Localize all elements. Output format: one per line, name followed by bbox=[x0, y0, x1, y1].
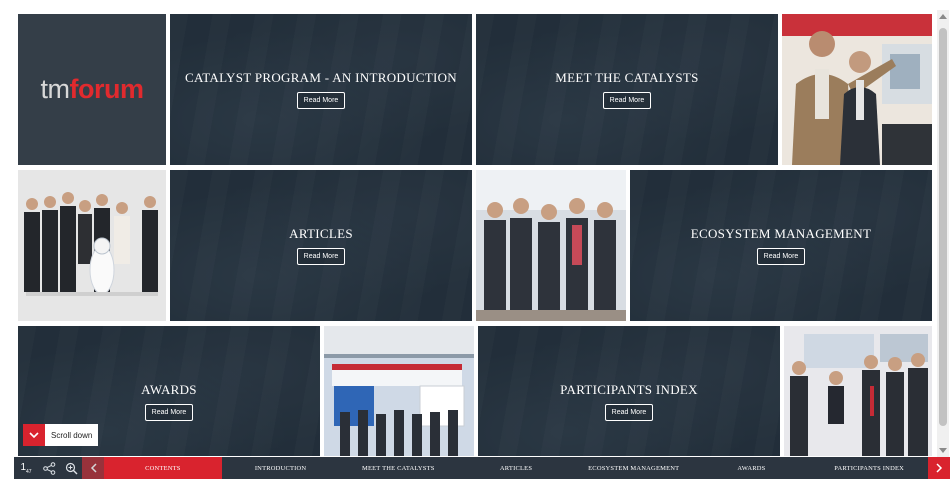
bottom-navigation-bar: 147 CONTENTS INTRODUCTION MEET THE CATAL… bbox=[14, 457, 950, 479]
page-total: 47 bbox=[26, 468, 32, 475]
read-more-button[interactable]: Read More bbox=[604, 404, 654, 421]
nav-tab-articles[interactable]: ARTICLES bbox=[457, 457, 575, 479]
tile-ecosystem-management[interactable]: ECOSYSTEM MANAGEMENT Read More bbox=[630, 170, 932, 321]
next-page-button[interactable] bbox=[928, 457, 950, 479]
tmforum-logo: tmforum bbox=[40, 74, 145, 104]
page-indicator: 147 bbox=[14, 462, 38, 475]
nav-tab-contents[interactable]: CONTENTS bbox=[104, 457, 222, 479]
chevron-down-icon bbox=[23, 424, 45, 446]
zoom-icon[interactable] bbox=[60, 457, 82, 479]
tile-title: ECOSYSTEM MANAGEMENT bbox=[690, 226, 872, 241]
scroll-down-button[interactable]: Scroll down bbox=[23, 424, 99, 446]
tile-articles[interactable]: ARTICLES Read More bbox=[170, 170, 472, 321]
chevron-left-icon bbox=[90, 463, 97, 473]
read-more-button[interactable]: Read More bbox=[756, 248, 806, 265]
previous-page-button[interactable] bbox=[82, 457, 104, 479]
photo-networking[interactable] bbox=[784, 326, 932, 456]
tile-title: MEET THE CATALYSTS bbox=[555, 70, 699, 85]
tile-title: PARTICIPANTS INDEX bbox=[560, 382, 698, 397]
tile-title: AWARDS bbox=[141, 382, 197, 397]
nav-tab-meet-the-catalysts[interactable]: MEET THE CATALYSTS bbox=[339, 457, 457, 479]
tile-meet-catalysts[interactable]: MEET THE CATALYSTS Read More bbox=[476, 14, 778, 165]
tile-title: ARTICLES bbox=[289, 226, 353, 241]
tile-catalyst-intro[interactable]: CATALYST PROGRAM - AN INTRODUCTION Read … bbox=[170, 14, 472, 165]
photo-team-group[interactable] bbox=[18, 170, 166, 321]
read-more-button[interactable]: Read More bbox=[296, 92, 346, 109]
tile-title: CATALYST PROGRAM - AN INTRODUCTION bbox=[185, 70, 457, 85]
nav-tab-awards[interactable]: AWARDS bbox=[693, 457, 811, 479]
scroll-down-arrow[interactable] bbox=[939, 448, 947, 453]
read-more-button[interactable]: Read More bbox=[144, 404, 194, 421]
nav-tab-participants-index[interactable]: PARTICIPANTS INDEX bbox=[810, 457, 928, 479]
photo-exhibition-booth[interactable] bbox=[324, 326, 474, 456]
chevron-right-icon bbox=[935, 463, 942, 473]
read-more-button[interactable]: Read More bbox=[602, 92, 652, 109]
photo-conference-attendees[interactable] bbox=[782, 14, 932, 165]
read-more-button[interactable]: Read More bbox=[296, 248, 346, 265]
tmforum-logo-tile[interactable]: tmforum bbox=[18, 14, 166, 165]
section-nav: CONTENTS INTRODUCTION MEET THE CATALYSTS… bbox=[104, 457, 928, 479]
scrollbar-thumb[interactable] bbox=[939, 28, 947, 426]
nav-tab-ecosystem-management[interactable]: ECOSYSTEM MANAGEMENT bbox=[575, 457, 693, 479]
tile-participants-index[interactable]: PARTICIPANTS INDEX Read More bbox=[478, 326, 780, 456]
scroll-up-arrow[interactable] bbox=[939, 14, 947, 19]
photo-catalyst-team[interactable] bbox=[476, 170, 626, 321]
scroll-down-label: Scroll down bbox=[45, 424, 99, 446]
vertical-scrollbar[interactable] bbox=[937, 10, 949, 457]
magazine-grid: tmforum CATALYST PROGRAM - AN INTRODUCTI… bbox=[14, 10, 936, 456]
nav-tab-introduction[interactable]: INTRODUCTION bbox=[222, 457, 340, 479]
share-icon[interactable] bbox=[38, 457, 60, 479]
